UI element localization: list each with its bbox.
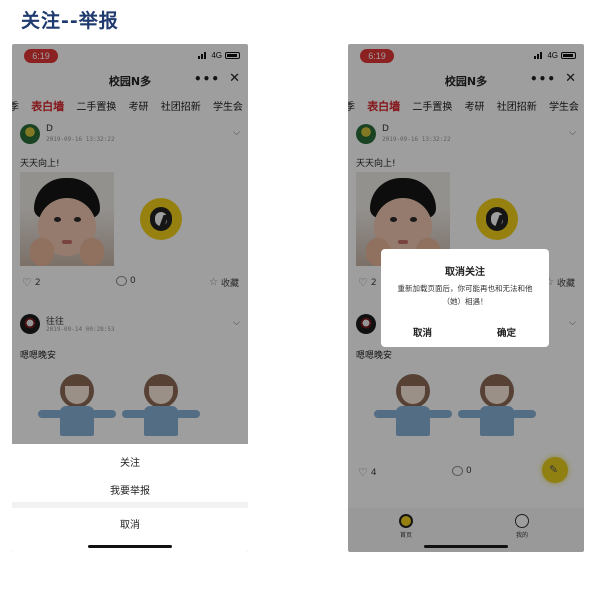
- phone-report-sheet: 6:19 4G 校园N多 ••• ✕ 季 表白墙 二手置换 考研 社团招新 学生…: [12, 44, 248, 552]
- page-heading: 关注--举报: [21, 10, 119, 32]
- unfollow-dialog: 取消关注 重新加载页面后，你可能再也和无法和他（她）相遇！ 取消 确定: [381, 249, 549, 347]
- dialog-confirm-button[interactable]: 确定: [497, 325, 516, 339]
- phone-unfollow-dialog: 6:19 4G 校园N多 ••• ✕ 季 表白墙 二手置换 考研 社团招新 学生…: [348, 44, 584, 552]
- home-indicator: [424, 545, 508, 548]
- dialog-message: 重新加载页面后，你可能再也和无法和他（她）相遇！: [397, 284, 533, 306]
- report-option[interactable]: 我要举报: [12, 482, 248, 497]
- cancel-option[interactable]: 取消: [12, 516, 248, 531]
- home-indicator: [88, 545, 172, 548]
- dialog-cancel-button[interactable]: 取消: [413, 325, 432, 339]
- action-sheet: 关注 我要举报 取消: [12, 444, 248, 552]
- dialog-title: 取消关注: [445, 267, 485, 278]
- follow-option[interactable]: 关注: [12, 454, 248, 469]
- sheet-divider: [12, 502, 248, 508]
